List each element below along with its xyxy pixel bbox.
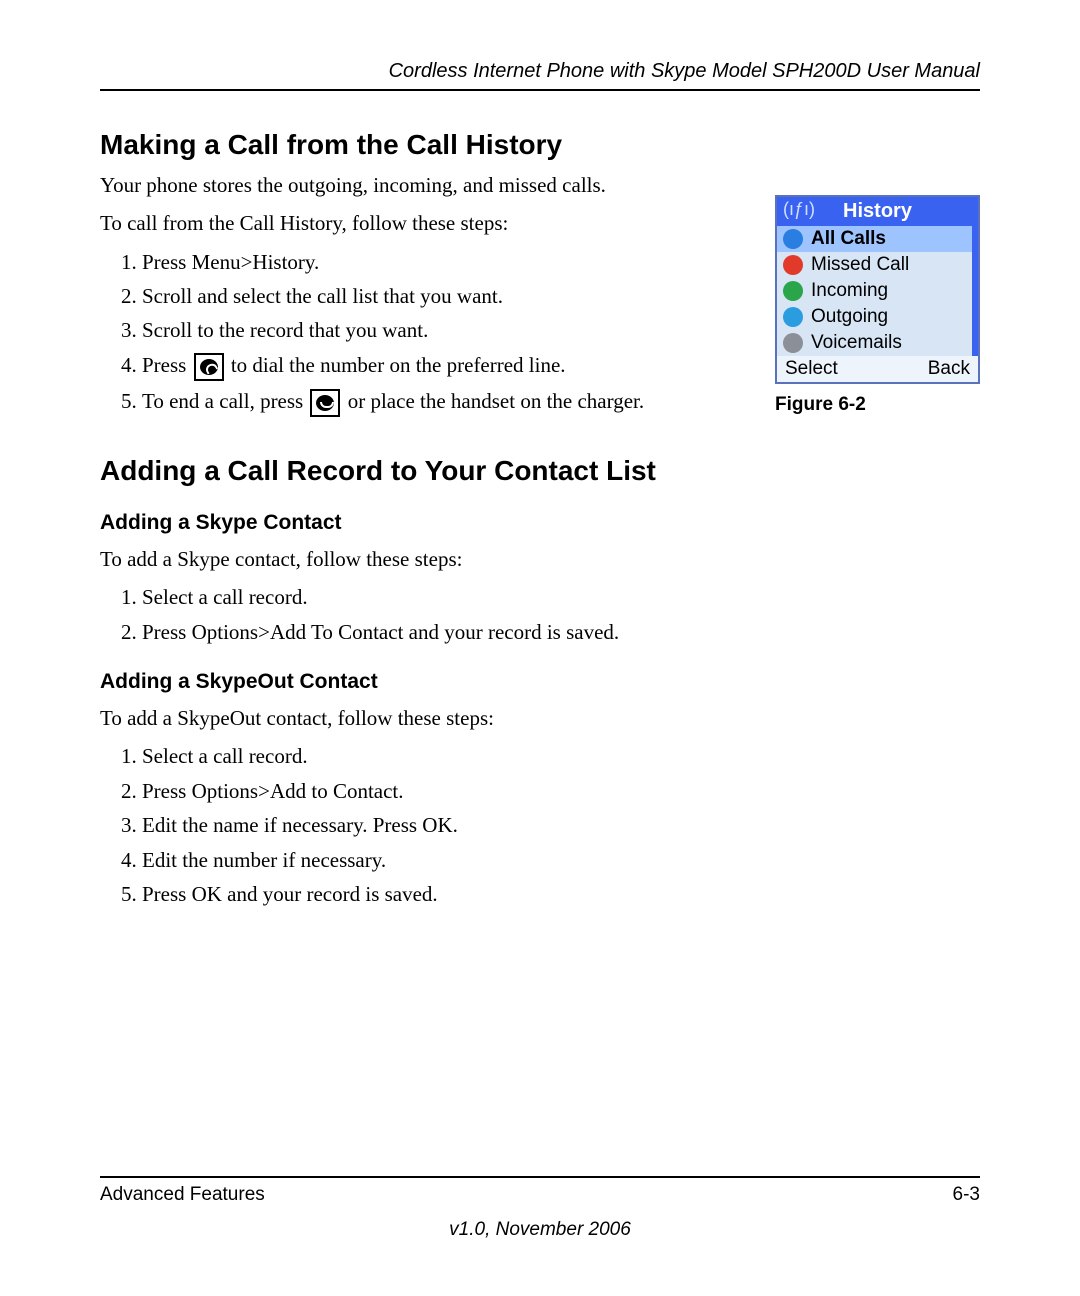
sub2-intro: To add a SkypeOut contact, follow these … <box>100 704 980 732</box>
softkey-select[interactable]: Select <box>785 358 838 380</box>
sub1-step-1: Select a call record. <box>142 583 980 611</box>
footer-page-number: 6-3 <box>953 1184 980 1206</box>
history-item-voicemails[interactable]: Voicemails <box>777 330 978 356</box>
sub2-step-5: Press OK and your record is saved. <box>142 880 980 908</box>
footer-left: Advanced Features <box>100 1184 265 1206</box>
signal-icon: (ıƒı) <box>783 199 815 220</box>
history-item-incoming[interactable]: Incoming <box>777 278 978 304</box>
steps-skype-contact: Select a call record. Press Options>Add … <box>100 583 980 646</box>
subheading-skypeout-contact: Adding a SkypeOut Contact <box>100 670 980 694</box>
end-key-icon <box>310 389 340 417</box>
sub2-step-2: Press Options>Add to Contact. <box>142 777 980 805</box>
step-5-post: or place the handset on the charger. <box>342 389 644 413</box>
all-calls-icon <box>783 229 805 249</box>
history-item-label: Incoming <box>811 280 888 302</box>
incoming-icon <box>783 281 805 301</box>
history-item-label: Outgoing <box>811 306 888 328</box>
sub2-step-4: Edit the number if necessary. <box>142 846 980 874</box>
sub1-intro: To add a Skype contact, follow these ste… <box>100 545 980 573</box>
history-item-missed[interactable]: Missed Call <box>777 252 978 278</box>
missed-icon <box>783 255 805 275</box>
subheading-skype-contact: Adding a Skype Contact <box>100 511 980 535</box>
running-header: Cordless Internet Phone with Skype Model… <box>100 60 980 91</box>
softkey-back[interactable]: Back <box>928 358 970 380</box>
section-title-add-record: Adding a Call Record to Your Contact Lis… <box>100 455 980 487</box>
step-4-post: to dial the number on the preferred line… <box>226 353 566 377</box>
outgoing-icon <box>783 307 805 327</box>
figure-6-2: (ıƒı) History All Calls Missed Call Inco… <box>775 195 980 416</box>
history-item-label: All Calls <box>811 228 886 250</box>
history-item-outgoing[interactable]: Outgoing <box>777 304 978 330</box>
call-key-icon <box>194 353 224 381</box>
history-item-all-calls[interactable]: All Calls <box>777 226 978 252</box>
section-title-call-history: Making a Call from the Call History <box>100 129 980 161</box>
softkey-bar: Select Back <box>777 356 978 382</box>
steps-skypeout-contact: Select a call record. Press Options>Add … <box>100 742 980 908</box>
phone-title: History <box>843 200 912 222</box>
voicemail-icon <box>783 333 805 353</box>
phone-screen: (ıƒı) History All Calls Missed Call Inco… <box>775 195 980 384</box>
figure-caption: Figure 6-2 <box>775 394 980 416</box>
step-5-pre: To end a call, press <box>142 389 308 413</box>
sub2-step-3: Edit the name if necessary. Press OK. <box>142 811 980 839</box>
phone-titlebar: (ıƒı) History <box>777 197 978 226</box>
history-item-label: Voicemails <box>811 332 902 354</box>
sub2-step-1: Select a call record. <box>142 742 980 770</box>
page-footer: Advanced Features 6-3 <box>100 1176 980 1206</box>
footer-version: v1.0, November 2006 <box>0 1219 1080 1241</box>
history-item-label: Missed Call <box>811 254 909 276</box>
sub1-step-2: Press Options>Add To Contact and your re… <box>142 618 980 646</box>
step-4-pre: Press <box>142 353 192 377</box>
